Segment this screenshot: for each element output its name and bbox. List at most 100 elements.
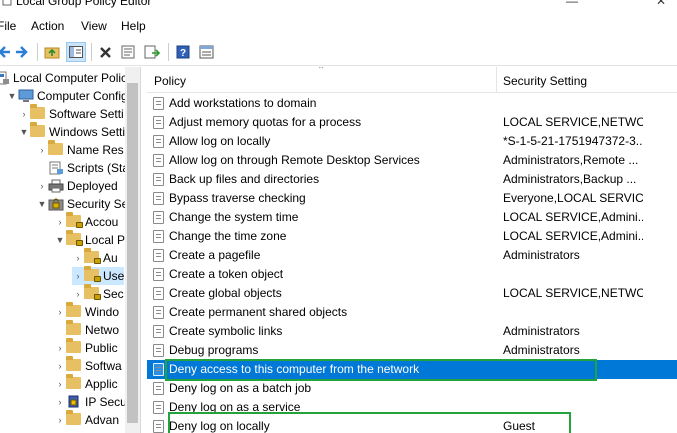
policy-name: Change the time zone [169, 229, 287, 243]
tree-item-account-policies[interactable]: › Accou [54, 212, 118, 231]
tree-item-label: Public [85, 341, 118, 355]
tree-item-label: Softwa [85, 359, 122, 373]
tree-item-advanced-audit[interactable]: › Advan [54, 410, 119, 429]
expand-arrow-icon[interactable]: › [72, 253, 84, 263]
table-row[interactable]: Adjust memory quotas for a process LOCAL … [147, 113, 677, 132]
tree-item-security-settings[interactable]: ▼ Security Se [36, 195, 129, 213]
tree-item-ip-security[interactable]: › IP Secu [54, 393, 127, 411]
properties-icon[interactable] [118, 42, 138, 62]
table-row[interactable]: Deny log on as a batch job [147, 379, 677, 398]
policy-name: Deny log on as a batch job [169, 381, 312, 395]
tree-item-windows-firewall[interactable]: › Windo [54, 302, 119, 321]
menu-action[interactable]: Action [31, 19, 64, 33]
menu-view[interactable]: View [81, 19, 107, 33]
security-setting: Administrators [503, 324, 580, 338]
tree-item-application-control[interactable]: › Applic [54, 374, 118, 393]
column-header-security-setting[interactable]: Security Setting [503, 74, 587, 88]
tree-item-network-list-manager[interactable]: Netwo [54, 320, 119, 339]
tree-item-label: Use [103, 269, 125, 283]
tree-item-local-computer-policy[interactable]: Local Computer Polic [0, 69, 127, 87]
locked-folder-icon [84, 266, 101, 283]
expand-arrow-icon[interactable]: ▼ [36, 199, 48, 209]
folder-icon [66, 338, 82, 355]
tree-item-label: Au [103, 251, 118, 265]
expand-arrow-icon[interactable]: › [36, 145, 48, 155]
table-row[interactable]: Add workstations to domain [147, 94, 677, 113]
expand-arrow-icon[interactable]: › [54, 397, 66, 407]
expand-arrow-icon[interactable]: › [54, 415, 66, 425]
column-header-policy[interactable]: Policy [154, 74, 186, 88]
table-row[interactable]: Create a token object [147, 265, 677, 284]
expand-arrow-icon[interactable]: › [18, 109, 30, 119]
table-row[interactable]: Create a pagefile Administrators [147, 246, 677, 265]
expand-arrow-icon[interactable]: › [36, 181, 48, 191]
policy-icon [153, 420, 164, 433]
tree-item-deployed-printers[interactable]: › Deployed [36, 177, 118, 195]
tree-item-name-resolution-policy[interactable]: › Name Res [36, 140, 124, 159]
locked-folder-icon [84, 248, 101, 265]
policy-icon [153, 401, 164, 414]
toolbar-separator [168, 43, 169, 61]
column-divider[interactable] [496, 67, 497, 93]
tree-item-label: Local Computer Polic [13, 71, 128, 85]
tree-item-security-options[interactable]: › Sec [72, 284, 124, 303]
up-folder-icon[interactable] [42, 42, 62, 62]
export-list-icon[interactable] [142, 42, 162, 62]
show-hide-tree-icon[interactable] [66, 42, 86, 62]
help-icon[interactable]: ? [173, 42, 193, 62]
highlight-box [165, 359, 597, 381]
tree-item-label: Sec [103, 287, 124, 301]
tree-item-computer-configuration[interactable]: ▼ Computer Config [6, 87, 128, 105]
policy-name: Create global objects [169, 286, 282, 300]
tree-item-audit-policy[interactable]: › Au [72, 248, 118, 267]
expand-arrow-icon[interactable]: ▼ [54, 235, 66, 245]
expand-arrow-icon[interactable]: › [54, 361, 66, 371]
menu-help[interactable]: Help [121, 19, 146, 33]
tree-item-scripts[interactable]: Scripts (Sta [36, 159, 129, 177]
tree-item-software-settings[interactable]: › Software Setti [18, 104, 124, 123]
policy-icon [153, 230, 164, 243]
security-setting: Administrators,Backup ... [503, 172, 637, 186]
scrollbar-thumb[interactable] [127, 83, 138, 423]
expand-arrow-icon[interactable]: ▼ [6, 91, 18, 101]
expand-arrow-icon[interactable]: › [72, 289, 84, 299]
expand-arrow-icon[interactable]: › [72, 271, 84, 281]
expand-arrow-icon[interactable]: › [54, 343, 66, 353]
policy-icon [153, 211, 164, 224]
tree-item-windows-settings[interactable]: ▼ Windows Setti [18, 122, 125, 141]
table-row[interactable]: Allow log on through Remote Desktop Serv… [147, 151, 677, 170]
toolbar: ? [0, 38, 677, 66]
expand-arrow-icon[interactable]: › [54, 379, 66, 389]
tree-item-label: Computer Config [37, 89, 128, 103]
table-row[interactable]: Change the system time LOCAL SERVICE,Admi… [147, 208, 677, 227]
policy-name: Create symbolic links [169, 324, 283, 338]
policy-name: Allow log on through Remote Desktop Serv… [169, 153, 420, 167]
expand-arrow-icon[interactable]: › [54, 307, 66, 317]
printer-icon [48, 179, 64, 193]
tree-item-user-rights-assignment[interactable]: › Use [72, 266, 125, 285]
table-row[interactable]: Create symbolic links Administrators [147, 322, 677, 341]
table-row[interactable]: Debug programs Administrators [147, 341, 677, 360]
close-icon[interactable]: ✕ [656, 0, 666, 8]
expand-arrow-icon[interactable]: ▼ [18, 127, 30, 137]
tree-item-software-restriction[interactable]: › Softwa [54, 356, 122, 375]
forward-icon[interactable] [12, 42, 32, 62]
tree-item-public-key-policies[interactable]: › Public [54, 338, 118, 357]
filter-icon[interactable] [196, 42, 216, 62]
tree-scrollbar[interactable] [125, 67, 140, 433]
policy-name: Adjust memory quotas for a process [169, 115, 362, 129]
minimize-icon[interactable]: — [566, 0, 578, 8]
policy-name: Add workstations to domain [169, 96, 317, 110]
console-tree[interactable]: Local Computer Polic ▼ Computer Config ›… [0, 67, 141, 433]
tree-item-local-policies[interactable]: ▼ Local P [54, 230, 125, 249]
table-row[interactable]: Change the time zone LOCAL SERVICE,Admini… [147, 227, 677, 246]
menu-file[interactable]: File [0, 19, 16, 33]
table-row[interactable]: Bypass traverse checking Everyone,LOCAL S… [147, 189, 677, 208]
expand-arrow-icon[interactable]: › [54, 217, 66, 227]
security-setting: LOCAL SERVICE,Admini... [503, 210, 643, 224]
table-row[interactable]: Create global objects LOCAL SERVICE,NETWO… [147, 284, 677, 303]
delete-icon[interactable] [95, 42, 115, 62]
table-row[interactable]: Allow log on locally *S-1-5-21-1751947372… [147, 132, 677, 151]
table-row[interactable]: Back up files and directories Administrat… [147, 170, 677, 189]
table-row[interactable]: Create permanent shared objects [147, 303, 677, 322]
